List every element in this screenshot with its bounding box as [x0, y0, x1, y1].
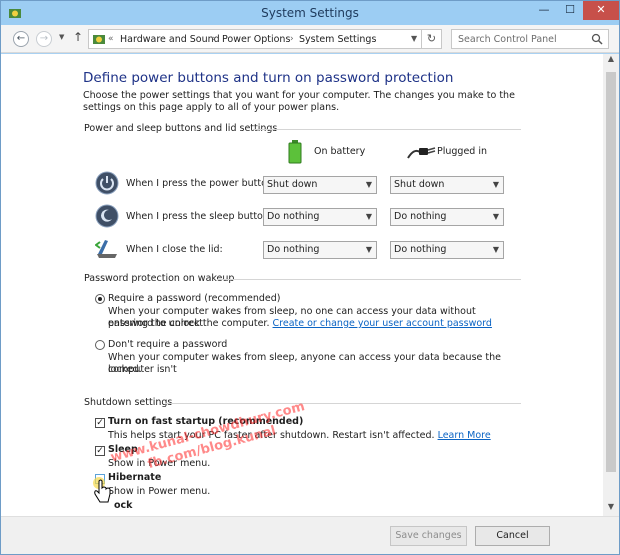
- select-value: Shut down: [394, 179, 445, 190]
- up-arrow-icon[interactable]: ↑: [73, 30, 83, 44]
- search-input[interactable]: Search Control Panel: [451, 29, 609, 49]
- lid-close-battery-select[interactable]: Do nothing ▼: [263, 241, 377, 259]
- navigation-bar: ← → ▼ ↑ « Hardware and Sound › Power Opt…: [1, 25, 619, 53]
- cancel-button[interactable]: Cancel: [475, 526, 550, 546]
- sleep-button-icon: [95, 204, 119, 228]
- learn-more-link[interactable]: Learn More: [438, 430, 491, 441]
- close-button[interactable]: ✕: [583, 1, 619, 20]
- dont-require-password-description-2: locked.: [108, 364, 142, 375]
- divider: [217, 279, 521, 280]
- breadcrumb-power-options[interactable]: Power Options: [222, 34, 290, 45]
- lock-label[interactable]: ock: [114, 500, 132, 511]
- scroll-up-icon[interactable]: ▲: [603, 54, 619, 68]
- window-title: System Settings: [261, 6, 359, 20]
- dont-require-password-label[interactable]: Don't require a password: [108, 339, 227, 350]
- select-value: Do nothing: [394, 211, 447, 222]
- breadcrumb-separator[interactable]: ›: [290, 34, 294, 44]
- address-bar[interactable]: « Hardware and Sound › Power Options › S…: [88, 29, 422, 49]
- recent-pages-chevron-down-icon[interactable]: ▼: [59, 33, 64, 41]
- require-password-label[interactable]: Require a password (recommended): [108, 293, 281, 304]
- back-button[interactable]: ←: [13, 31, 29, 47]
- power-button-plugged-select[interactable]: Shut down ▼: [390, 176, 504, 194]
- forward-button[interactable]: →: [36, 31, 52, 47]
- hibernate-description: Show in Power menu.: [108, 486, 211, 497]
- password-group-title: Password protection on wakeup: [84, 273, 235, 284]
- refresh-button[interactable]: ↻: [422, 29, 442, 49]
- maximize-button[interactable]: ☐: [557, 1, 583, 20]
- search-icon[interactable]: [591, 33, 603, 45]
- title-bar[interactable]: System Settings — ☐ ✕: [1, 1, 619, 25]
- require-password-description-text: password to unlock the computer.: [108, 318, 270, 329]
- page-title: Define power buttons and turn on passwor…: [83, 70, 454, 86]
- dont-require-password-radio[interactable]: [95, 340, 105, 350]
- require-password-description-2: password to unlock the computer. Create …: [108, 318, 508, 330]
- intro-text: Choose the power settings that you want …: [83, 90, 515, 113]
- column-on-battery: On battery: [314, 146, 366, 157]
- power-group-title: Power and sleep buttons and lid settings: [84, 123, 278, 134]
- chevron-down-icon: ▼: [492, 212, 499, 221]
- power-button-battery-select[interactable]: Shut down ▼: [263, 176, 377, 194]
- vertical-scrollbar[interactable]: ▲ ▼: [603, 54, 619, 516]
- control-panel-icon: [93, 35, 105, 44]
- minimize-button[interactable]: —: [531, 1, 557, 20]
- shutdown-group-title: Shutdown settings: [84, 397, 173, 408]
- sleep-button-plugged-select[interactable]: Do nothing ▼: [390, 208, 504, 226]
- sleep-button-battery-select[interactable]: Do nothing ▼: [263, 208, 377, 226]
- hand-cursor-icon: [93, 477, 111, 503]
- fast-startup-checkbox[interactable]: ✓: [95, 418, 105, 428]
- lid-close-plugged-select[interactable]: Do nothing ▼: [390, 241, 504, 259]
- require-password-radio[interactable]: [95, 294, 105, 304]
- breadcrumb-overflow[interactable]: «: [108, 34, 114, 44]
- chevron-down-icon: ▼: [365, 212, 372, 221]
- laptop-lid-icon: [95, 240, 117, 258]
- select-value: Shut down: [267, 179, 318, 190]
- window: System Settings — ☐ ✕ ← → ▼ ↑ « Hardware…: [0, 0, 620, 555]
- select-value: Do nothing: [267, 211, 320, 222]
- power-plug-icon: [407, 147, 436, 159]
- sleep-checkbox[interactable]: ✓: [95, 446, 105, 456]
- select-value: Do nothing: [267, 244, 320, 255]
- chevron-down-icon: ▼: [492, 180, 499, 189]
- main-content: Define power buttons and turn on passwor…: [1, 54, 603, 516]
- chevron-down-icon: ▼: [492, 245, 499, 254]
- lid-close-label: When I close the lid:: [126, 244, 223, 255]
- power-button-icon: [95, 171, 119, 195]
- breadcrumb-separator[interactable]: ›: [212, 34, 216, 44]
- chevron-down-icon: ▼: [365, 245, 372, 254]
- save-changes-button[interactable]: Save changes: [390, 526, 467, 546]
- sleep-button-label: When I press the sleep button:: [126, 211, 273, 222]
- scroll-down-icon[interactable]: ▼: [603, 502, 619, 516]
- address-dropdown-chevron-down-icon[interactable]: ▼: [411, 34, 417, 43]
- breadcrumb-hardware-and-sound[interactable]: Hardware and Sound: [120, 34, 220, 45]
- create-password-link[interactable]: Create or change your user account passw…: [273, 318, 492, 329]
- scrollbar-thumb[interactable]: [606, 72, 616, 472]
- column-plugged-in: Plugged in: [437, 146, 488, 157]
- search-placeholder: Search Control Panel: [458, 34, 557, 45]
- breadcrumb-system-settings[interactable]: System Settings: [299, 34, 376, 45]
- chevron-down-icon: ▼: [365, 180, 372, 189]
- divider: [253, 129, 521, 130]
- select-value: Do nothing: [394, 244, 447, 255]
- power-button-label: When I press the power button:: [126, 178, 277, 189]
- divider: [165, 403, 521, 404]
- battery-icon: [288, 140, 302, 164]
- footer: Save changes Cancel: [1, 516, 619, 554]
